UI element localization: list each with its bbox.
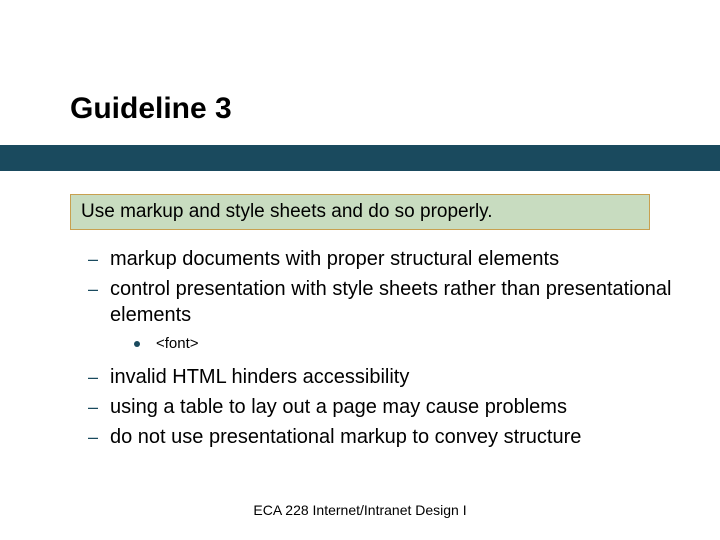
title-underline-bar [0,145,720,171]
list-item-text: control presentation with style sheets r… [110,276,678,328]
sub-list-item: <font> [134,334,678,354]
sub-list-item-text: <font> [156,334,199,354]
dash-icon: – [88,424,110,450]
slide-title: Guideline 3 [70,92,232,126]
list-item: – do not use presentational markup to co… [88,424,678,450]
body-content: – markup documents with proper structura… [88,246,678,454]
callout-text: Use markup and style sheets and do so pr… [81,201,493,222]
dash-icon: – [88,246,110,272]
slide-footer: ECA 228 Internet/Intranet Design I [0,502,720,518]
list-item: – markup documents with proper structura… [88,246,678,272]
dash-icon: – [88,364,110,390]
list-item: – control presentation with style sheets… [88,276,678,328]
list-item: – invalid HTML hinders accessibility [88,364,678,390]
list-item-text: using a table to lay out a page may caus… [110,394,567,420]
list-item-text: invalid HTML hinders accessibility [110,364,409,390]
callout-box: Use markup and style sheets and do so pr… [70,194,650,230]
list-item: – using a table to lay out a page may ca… [88,394,678,420]
list-item-text: do not use presentational markup to conv… [110,424,581,450]
dash-icon: – [88,394,110,420]
list-item-text: markup documents with proper structural … [110,246,559,272]
dash-icon: – [88,276,110,302]
bullet-icon [134,334,156,354]
